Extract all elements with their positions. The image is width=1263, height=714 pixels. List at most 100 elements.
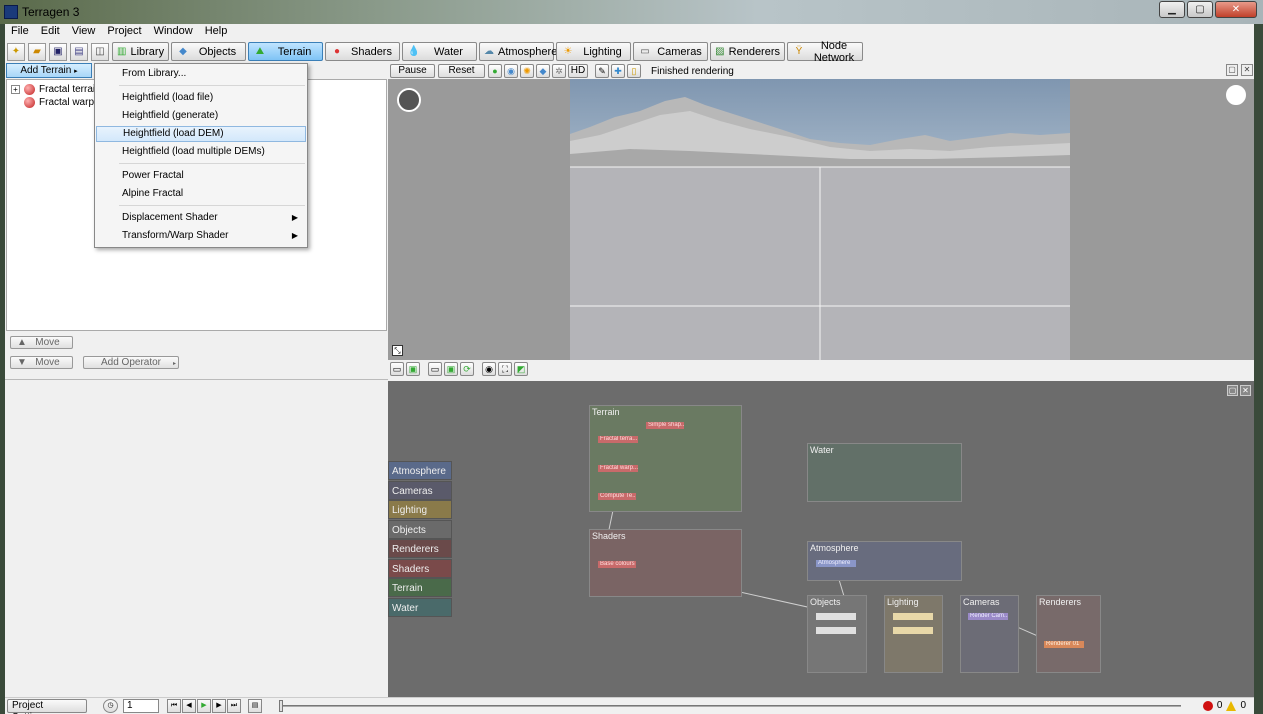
node-fractal-warp[interactable]: Fractal warp...: [598, 465, 638, 472]
group-renderers[interactable]: Renderers: [1036, 595, 1101, 673]
node-object-1[interactable]: [816, 613, 856, 620]
node-light-1[interactable]: [893, 613, 933, 620]
close-button[interactable]: ✕: [1215, 1, 1257, 18]
tab-library[interactable]: ▥ Library: [112, 42, 169, 61]
project-settings-button[interactable]: Project Settings...: [7, 699, 87, 714]
node-simple-shape[interactable]: Simple shap...: [646, 422, 684, 429]
atmosphere-icon: ☁: [484, 45, 494, 57]
terragen-logo-icon: [4, 5, 18, 19]
float-panel-icon[interactable]: ▢: [1226, 64, 1238, 76]
tab-objects[interactable]: ◆ Objects: [171, 42, 246, 61]
menu-item-heightfield-load-dem[interactable]: Heightfield (load DEM): [96, 126, 306, 142]
frame-all-icon[interactable]: ⛶: [498, 361, 512, 376]
node-atmosphere[interactable]: Atmosphere: [816, 560, 856, 567]
menu-item-power-fractal[interactable]: Power Fractal: [96, 168, 306, 184]
tab-terrain[interactable]: ⛰ Terrain: [248, 42, 323, 61]
terrain-preview-icon[interactable]: ●: [488, 64, 502, 78]
node-light-2[interactable]: [893, 627, 933, 634]
render-settings-icon[interactable]: ◩: [514, 361, 528, 376]
first-frame-icon[interactable]: ⏮: [167, 699, 181, 713]
add-operator-button[interactable]: Add Operator ▸: [83, 356, 179, 369]
play-icon[interactable]: ▶: [197, 699, 211, 713]
node-fractal-terrain[interactable]: Fractal terra...: [598, 436, 638, 443]
frame-number-input[interactable]: 1: [123, 699, 159, 713]
node-object-2[interactable]: [816, 627, 856, 634]
move-up-button[interactable]: ▲ Move: [10, 336, 73, 349]
save-as-icon[interactable]: ▤: [70, 42, 88, 61]
menu-item-from-library[interactable]: From Library...: [96, 66, 306, 82]
new-project-icon[interactable]: ✦: [7, 42, 25, 61]
tab-shaders[interactable]: ● Shaders: [325, 42, 400, 61]
menu-project[interactable]: Project: [101, 24, 147, 40]
open-project-icon[interactable]: ▰: [28, 42, 46, 61]
menu-view[interactable]: View: [66, 24, 102, 40]
eye-icon[interactable]: ◉: [482, 361, 496, 376]
menu-window[interactable]: Window: [148, 24, 199, 40]
tab-lighting[interactable]: ☀ Lighting: [556, 42, 631, 61]
maximize-button[interactable]: ▢: [1187, 1, 1213, 18]
camera-paste-icon[interactable]: ▣: [444, 361, 458, 376]
menu-item-displacement-shader[interactable]: Displacement Shader ▶: [96, 210, 306, 226]
menu-item-transform-warp-shader[interactable]: Transform/Warp Shader ▶: [96, 228, 306, 244]
tab-node-network[interactable]: Ϋ Node Network: [787, 40, 863, 64]
save-project-icon[interactable]: ▣: [49, 42, 67, 61]
submenu-arrow-icon: ▶: [291, 213, 298, 222]
timeline-track[interactable]: [281, 705, 1181, 707]
camera-nav-icon[interactable]: [397, 88, 421, 112]
library-icon: ▥: [117, 45, 127, 57]
group-cameras[interactable]: Cameras: [960, 595, 1019, 673]
menu-separator: [119, 205, 305, 206]
camera-select-icon[interactable]: ▭: [390, 361, 404, 376]
pin-icon[interactable]: ✚: [611, 64, 625, 78]
group-water[interactable]: Water: [807, 443, 962, 502]
view-3d-icon[interactable]: ◫: [91, 42, 109, 61]
last-frame-icon[interactable]: ⏭: [227, 699, 241, 713]
lighting-preview-icon[interactable]: ✲: [552, 64, 566, 78]
pause-button[interactable]: Pause: [390, 64, 435, 78]
view-options-icon[interactable]: ▣: [406, 361, 420, 376]
lock-icon[interactable]: ▯: [627, 64, 641, 78]
menu-edit[interactable]: Edit: [35, 24, 66, 40]
tab-cameras[interactable]: ▭ Cameras: [633, 42, 708, 61]
menu-item-alpine-fractal[interactable]: Alpine Fractal: [96, 186, 306, 202]
menu-item-heightfield-load-file[interactable]: Heightfield (load file): [96, 90, 306, 106]
menu-item-heightfield-generate[interactable]: Heightfield (generate): [96, 108, 306, 124]
move-down-button[interactable]: ▼ Move: [10, 356, 73, 369]
objects-preview-icon[interactable]: ◆: [536, 64, 550, 78]
water-preview-icon[interactable]: ◉: [504, 64, 518, 78]
brush-icon[interactable]: ✎: [595, 64, 609, 78]
expand-icon[interactable]: +: [11, 85, 20, 94]
node-network-view[interactable]: ▢ ✕ Atmosphere Cameras Lighting Objects …: [388, 381, 1254, 697]
camera-copy-icon[interactable]: ▭: [428, 361, 442, 376]
frame-settings-icon[interactable]: ▤: [248, 699, 262, 713]
reset-button[interactable]: Reset: [438, 64, 485, 78]
menu-item-heightfield-load-multiple-dems[interactable]: Heightfield (load multiple DEMs): [96, 144, 306, 160]
hd-button[interactable]: HD: [568, 64, 588, 78]
group-lighting[interactable]: Lighting: [884, 595, 943, 673]
node-base-colours[interactable]: Base colours: [598, 561, 636, 568]
render-viewport[interactable]: ⤡: [388, 79, 1254, 360]
menu-file[interactable]: File: [5, 24, 35, 40]
node-renderer[interactable]: Renderer 01: [1044, 641, 1084, 648]
error-count[interactable]: 0: [1217, 700, 1223, 711]
prev-frame-icon[interactable]: ◀: [182, 699, 196, 713]
menu-help[interactable]: Help: [199, 24, 234, 40]
resize-view-icon[interactable]: ⤡: [392, 345, 403, 356]
node-render-camera[interactable]: Render Cam...: [968, 613, 1008, 620]
sky-preview-icon[interactable]: ✺: [520, 64, 534, 78]
tab-water[interactable]: 💧 Water: [402, 42, 477, 61]
add-terrain-button[interactable]: Add Terrain ▸: [6, 63, 92, 78]
timeline-thumb[interactable]: [279, 700, 283, 712]
sun-direction-icon[interactable]: [1226, 85, 1246, 105]
node-compute-terrain[interactable]: Compute Te...: [598, 493, 636, 500]
next-frame-icon[interactable]: ▶: [212, 699, 226, 713]
group-objects[interactable]: Objects: [807, 595, 867, 673]
warning-count[interactable]: 0: [1240, 700, 1246, 711]
tab-atmosphere[interactable]: ☁ Atmosphere: [479, 42, 557, 61]
clock-icon[interactable]: ◷: [103, 699, 118, 713]
minimize-button[interactable]: ▁: [1159, 1, 1185, 18]
lighting-icon: ☀: [563, 45, 573, 57]
submenu-arrow-icon: ▶: [291, 231, 298, 240]
tab-renderers[interactable]: ▨ Renderers: [710, 42, 785, 61]
camera-sync-icon[interactable]: ⟳: [460, 361, 474, 376]
